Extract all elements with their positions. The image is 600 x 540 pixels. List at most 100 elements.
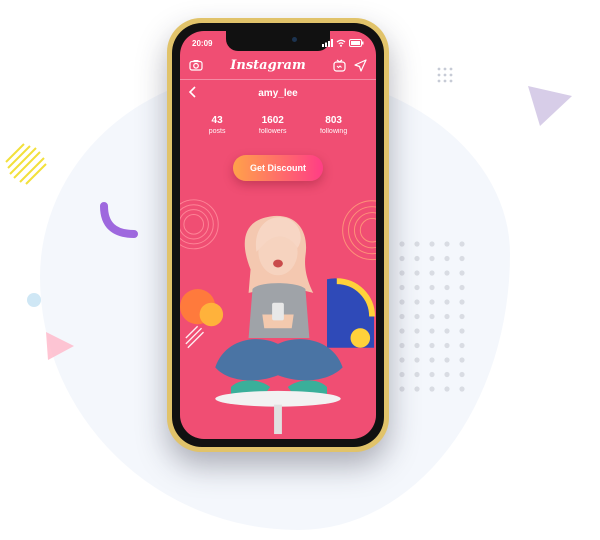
stat-value: 43 — [211, 115, 223, 126]
stat-value: 1602 — [261, 115, 284, 126]
grid-dot — [429, 371, 435, 378]
battery-icon — [349, 39, 364, 47]
grid-dot — [399, 386, 405, 392]
stat-value: 803 — [325, 115, 342, 126]
status-bar: 20:09 — [192, 37, 364, 49]
profile-username: amy_lee — [258, 87, 298, 99]
igtv-icon[interactable] — [333, 59, 346, 72]
grid-dot — [459, 241, 465, 247]
stat-label: followers — [258, 128, 287, 135]
left-rings — [180, 199, 219, 250]
grid-dot — [414, 313, 420, 320]
grid-dot — [459, 255, 465, 262]
grid-dot — [414, 241, 420, 247]
stripe-patch — [185, 325, 204, 349]
grid-dot — [429, 255, 435, 262]
grid-dot — [429, 299, 435, 305]
grid-dot — [414, 255, 420, 262]
grid-dot — [414, 299, 420, 305]
dots-grid-large-decoration — [399, 241, 465, 392]
back-arrow-icon[interactable] — [188, 86, 198, 98]
lavender-triangle-decoration — [528, 86, 572, 126]
header-divider — [180, 79, 376, 80]
grid-dot — [459, 299, 465, 305]
camera-icon[interactable] — [189, 59, 203, 71]
stat-label: posts — [208, 128, 226, 135]
grid-dot — [459, 284, 465, 291]
blue-dot-decoration — [27, 293, 41, 307]
grid-dot — [414, 284, 420, 291]
grid-dot — [414, 357, 420, 363]
grid-dot — [459, 313, 465, 320]
wifi-icon — [336, 39, 346, 47]
seat-stand — [274, 404, 282, 435]
jeans — [215, 339, 343, 381]
yellow-circle — [199, 302, 224, 327]
grid-dot — [444, 386, 450, 392]
signal-icon — [322, 39, 333, 47]
grid-dot — [399, 284, 405, 291]
grid-dot — [399, 255, 405, 262]
send-icon[interactable] — [354, 58, 367, 72]
grid-dot — [399, 299, 405, 305]
grid-dot — [444, 299, 450, 305]
profile-stats: 43 posts 1602 followers 803 following — [180, 115, 376, 135]
yellow-stripes-decoration — [5, 143, 47, 185]
grid-dot — [459, 342, 465, 349]
profile-header: amy_lee — [180, 83, 376, 103]
grid-dot — [399, 357, 405, 363]
dots-grid-small-decoration — [437, 67, 453, 83]
pink-triangle-decoration — [46, 332, 74, 360]
grid-dot — [429, 241, 435, 247]
grid-dot — [429, 342, 435, 349]
grid-dot — [429, 284, 435, 291]
app-title: Instagram — [230, 57, 306, 73]
grid-dot — [399, 328, 405, 334]
grid-dot — [429, 386, 435, 392]
grid-dot — [444, 328, 450, 334]
grid-dot — [414, 328, 420, 334]
grid-dot — [444, 241, 450, 247]
grid-dot — [444, 270, 450, 276]
grid-dot — [459, 270, 465, 276]
grid-dot — [414, 386, 420, 392]
grid-dot — [459, 357, 465, 363]
status-icons — [322, 39, 364, 47]
grid-dot — [429, 313, 435, 320]
grid-dot — [414, 342, 420, 349]
grid-dot — [399, 371, 405, 378]
grid-dot — [459, 371, 465, 378]
header-actions — [333, 58, 367, 72]
profile-photo-illustration — [180, 199, 376, 435]
grid-dot — [444, 255, 450, 262]
mouth — [273, 259, 283, 268]
seat — [215, 390, 341, 407]
grid-dot — [414, 270, 420, 276]
grid-dot — [459, 386, 465, 392]
grid-dot — [399, 342, 405, 349]
stat-label: following — [319, 128, 348, 135]
grid-dot — [399, 241, 405, 247]
grid-dot — [414, 371, 420, 378]
phone-mockup: 20:09 Instagram amy_lee 43 posts 1602 fo… — [167, 18, 389, 452]
right-rings — [342, 200, 376, 261]
grid-dot — [429, 270, 435, 276]
purple-arc-decoration — [100, 202, 138, 238]
phone-in-hand — [272, 302, 284, 321]
grid-dot — [459, 328, 465, 334]
grid-dot — [444, 342, 450, 349]
status-time: 20:09 — [192, 38, 213, 48]
grid-dot — [444, 357, 450, 363]
yellow-dot — [350, 328, 371, 348]
stat-posts[interactable]: 43 posts — [209, 115, 226, 135]
stat-followers[interactable]: 1602 followers — [259, 115, 287, 135]
grid-dot — [399, 270, 405, 276]
stat-following[interactable]: 803 following — [320, 115, 347, 135]
grid-dot — [444, 284, 450, 291]
grid-dot — [429, 328, 435, 334]
instagram-header: Instagram — [180, 53, 376, 77]
grid-dot — [399, 313, 405, 320]
phone-screen: 20:09 Instagram amy_lee 43 posts 1602 fo… — [180, 31, 376, 439]
get-discount-button[interactable]: Get Discount — [233, 155, 323, 181]
grid-dot — [429, 357, 435, 363]
